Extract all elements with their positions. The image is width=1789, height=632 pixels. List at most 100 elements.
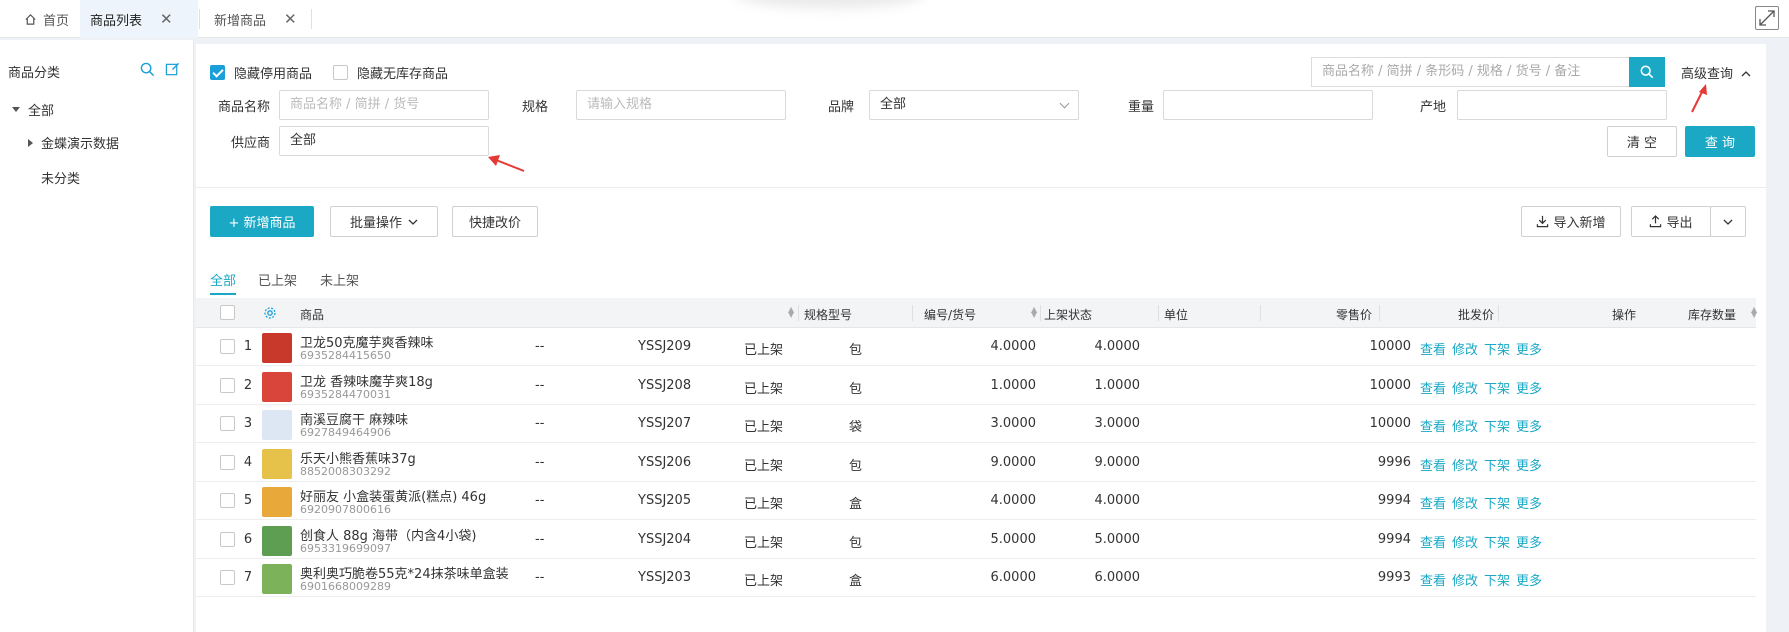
sort-icon[interactable]: ▲ ▼: [1751, 306, 1757, 319]
edit-link[interactable]: 修改: [1452, 536, 1478, 551]
edit-link[interactable]: 修改: [1452, 382, 1478, 397]
view-link[interactable]: 查看: [1420, 420, 1446, 435]
tab-on-shelf[interactable]: 已上架: [258, 270, 297, 289]
quick-price-button[interactable]: 快捷改价: [452, 206, 538, 237]
view-link[interactable]: 查看: [1420, 497, 1446, 512]
table-row[interactable]: 6 创食人 88g 海带（内含4小袋) 6953319699097 -- YSSJ204…: [196, 521, 1756, 559]
retail-price: 3.0000: [990, 416, 1037, 431]
clear-button[interactable]: 清 空: [1607, 126, 1677, 157]
table-row[interactable]: 5 好丽友 小盒装蛋黄派(糕点) 46g 6920907800616 -- YSSJ20…: [196, 482, 1756, 520]
tab-new-product[interactable]: 新增商品 ✕: [204, 0, 310, 38]
column-header-wholesale: 批发价: [1458, 308, 1495, 322]
product-thumbnail: [262, 448, 292, 479]
tab-new-product-label: 新增商品: [214, 13, 267, 29]
brand-select[interactable]: 全部: [869, 90, 1079, 120]
unlist-link[interactable]: 下架: [1484, 459, 1510, 474]
view-link[interactable]: 查看: [1420, 382, 1446, 397]
origin-input[interactable]: [1457, 90, 1667, 120]
more-link[interactable]: 更多: [1516, 459, 1542, 474]
view-link[interactable]: 查看: [1420, 574, 1446, 589]
gear-icon[interactable]: [263, 306, 277, 320]
column-header-code[interactable]: 编号/货号: [924, 306, 976, 323]
hide-disabled-label: 隐藏停用商品: [234, 67, 313, 82]
close-icon[interactable]: ✕: [160, 10, 173, 28]
unlist-link[interactable]: 下架: [1484, 382, 1510, 397]
view-link[interactable]: 查看: [1420, 459, 1446, 474]
wholesale-price: 3.0000: [1094, 416, 1141, 431]
table-row[interactable]: 7 奥利奥巧脆卷55克*24抹茶味单盒装 6901668009289 -- YSSJ20…: [196, 559, 1756, 597]
query-button[interactable]: 查 询: [1685, 126, 1755, 157]
fullscreen-icon[interactable]: [1755, 6, 1779, 30]
product-barcode: 6953319699097: [300, 541, 391, 555]
product-thumbnail: [262, 525, 292, 556]
unlist-link[interactable]: 下架: [1484, 497, 1510, 512]
product-barcode: 8852008303292: [300, 464, 391, 478]
view-link[interactable]: 查看: [1420, 343, 1446, 358]
product-thumbnail: [262, 487, 292, 517]
hide-no-stock-checkbox[interactable]: [333, 65, 348, 80]
column-header-unit: 单位: [1164, 308, 1189, 322]
export-dropdown-button[interactable]: [1710, 206, 1746, 237]
advanced-query-toggle[interactable]: 高级查询: [1681, 63, 1751, 82]
hide-disabled-checkbox[interactable]: [210, 65, 225, 80]
tab-off-shelf[interactable]: 未上架: [320, 270, 359, 289]
more-link[interactable]: 更多: [1516, 420, 1542, 435]
more-link[interactable]: 更多: [1516, 574, 1542, 589]
table-row[interactable]: 2 卫龙 香辣味魔芋爽18g 6935284470031 -- YSSJ208 已上架包 1…: [196, 367, 1756, 405]
search-input[interactable]: 商品名称 / 简拼 / 条形码 / 规格 / 货号 / 备注: [1311, 57, 1629, 87]
edit-icon[interactable]: [165, 62, 180, 77]
edit-link[interactable]: 修改: [1452, 420, 1478, 435]
batch-operations-button[interactable]: 批量操作: [330, 206, 438, 237]
more-link[interactable]: 更多: [1516, 536, 1542, 551]
supplier-select[interactable]: 全部: [279, 126, 489, 156]
tab-home[interactable]: 首页: [14, 0, 79, 38]
row-index: 1: [243, 339, 253, 354]
unlist-link[interactable]: 下架: [1484, 574, 1510, 589]
unit-value: 包: [849, 343, 863, 358]
sort-icon[interactable]: ▲ ▼: [788, 306, 794, 319]
edit-link[interactable]: 修改: [1452, 343, 1478, 358]
column-header-stock[interactable]: 库存数量: [1688, 306, 1736, 323]
main-panel: 隐藏停用商品 隐藏无库存商品 商品名称 / 简拼 / 条形码 / 规格 / 货号…: [196, 44, 1766, 632]
select-all-checkbox[interactable]: [220, 305, 235, 320]
weight-input[interactable]: [1163, 90, 1373, 120]
tree-item-uncategorized[interactable]: 未分类: [41, 168, 80, 187]
tree-item-label: 金蝶演示数据: [41, 137, 120, 152]
more-link[interactable]: 更多: [1516, 343, 1542, 358]
column-header-product[interactable]: 商品: [300, 306, 324, 323]
chevron-right-icon[interactable]: [28, 138, 33, 147]
close-icon[interactable]: ✕: [284, 10, 297, 28]
unlist-link[interactable]: 下架: [1484, 420, 1510, 435]
blurred-overlay: [735, 0, 925, 8]
edit-link[interactable]: 修改: [1452, 574, 1478, 589]
add-product-button[interactable]: + 新增商品: [210, 206, 314, 237]
sidebar-title: 商品分类: [8, 66, 61, 81]
tab-product-list[interactable]: 商品列表 ✕: [80, 0, 198, 38]
table-row[interactable]: 4 乐天小熊香蕉味37g 8852008303292 -- YSSJ206 已上架包 9.0…: [196, 444, 1756, 482]
table-row[interactable]: 3 南溪豆腐干 麻辣味 6927849464906 -- YSSJ207 已上架袋 3.00…: [196, 405, 1756, 443]
unlist-link[interactable]: 下架: [1484, 536, 1510, 551]
tree-item-demo-data[interactable]: 金蝶演示数据: [28, 133, 119, 152]
table-row[interactable]: 1 卫龙50克魔芋爽香辣味 6935284415650 -- YSSJ209 已上架包 4.…: [196, 328, 1756, 366]
tab-all[interactable]: 全部: [210, 270, 237, 295]
view-link[interactable]: 查看: [1420, 536, 1446, 551]
import-button[interactable]: 导入新增: [1521, 206, 1621, 237]
search-icon[interactable]: [140, 62, 155, 77]
retail-price: 9.0000: [990, 454, 1037, 470]
edit-link[interactable]: 修改: [1452, 459, 1478, 474]
spec-input[interactable]: 请输入规格: [576, 90, 786, 120]
batch-operations-label: 批量操作: [349, 216, 402, 231]
product-thumbnail: [262, 564, 292, 594]
tree-item-all[interactable]: 全部: [12, 100, 54, 119]
edit-link[interactable]: 修改: [1452, 497, 1478, 512]
retail-price: 4.0000: [990, 493, 1037, 508]
more-link[interactable]: 更多: [1516, 497, 1542, 512]
more-link[interactable]: 更多: [1516, 382, 1542, 397]
unlist-link[interactable]: 下架: [1484, 343, 1510, 358]
unit-value: 包: [849, 458, 863, 474]
sort-icon[interactable]: ▲ ▼: [1031, 306, 1037, 319]
product-name-input[interactable]: 商品名称 / 简拼 / 货号: [279, 90, 489, 120]
chevron-down-icon[interactable]: [12, 107, 20, 112]
search-button[interactable]: [1629, 57, 1665, 87]
export-button[interactable]: 导出: [1631, 206, 1711, 237]
